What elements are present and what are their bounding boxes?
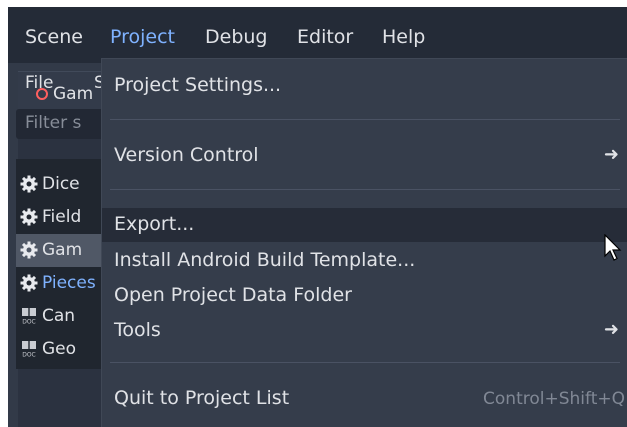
menu-help[interactable]: Help xyxy=(382,26,425,48)
menu-item-label: Tools xyxy=(114,319,161,341)
menu-item-export[interactable]: Export... xyxy=(102,208,627,242)
gear-icon xyxy=(20,208,38,226)
list-item-label: Pieces xyxy=(42,273,96,293)
doc-icon: DOC xyxy=(22,341,36,359)
menu-debug[interactable]: Debug xyxy=(205,26,267,48)
filter-placeholder: Filter s xyxy=(25,113,82,133)
list-item-label: Dice xyxy=(42,174,80,194)
gear-icon xyxy=(20,241,38,259)
menu-item-label: Export... xyxy=(114,213,195,235)
list-item-label: Gam xyxy=(42,240,83,260)
menu-item-version-control[interactable]: Version Control ➜ xyxy=(102,125,627,187)
list-item-label: Geo xyxy=(42,339,77,359)
menu-editor[interactable]: Editor xyxy=(297,26,353,48)
mouse-cursor-icon xyxy=(604,234,622,261)
menu-item-install-android-template[interactable]: Install Android Build Template... xyxy=(102,244,627,278)
file-menu[interactable]: File xyxy=(25,73,53,93)
svg-text:DOC: DOC xyxy=(22,352,36,359)
menu-separator xyxy=(110,362,620,363)
menu-item-open-data-folder[interactable]: Open Project Data Folder xyxy=(102,279,627,313)
submenu-arrow-icon: ➜ xyxy=(603,144,619,165)
scene-tab-label: Gam xyxy=(53,84,94,104)
menu-item-label: Version Control xyxy=(114,144,259,166)
menu-item-quit-to-project-list[interactable]: Quit to Project List Control+Shift+Q xyxy=(102,370,627,426)
menu-item-tools[interactable]: Tools ➜ xyxy=(102,314,627,348)
menu-scene[interactable]: Scene xyxy=(25,26,83,48)
project-menu-dropdown: Project Settings... Version Control ➜ Ex… xyxy=(101,58,627,427)
menu-bar: Scene Project Debug Editor Help xyxy=(8,7,627,63)
menu-item-label: Open Project Data Folder xyxy=(114,284,352,306)
list-item-label: Field xyxy=(42,207,82,227)
gear-icon xyxy=(20,274,38,292)
submenu-arrow-icon: ➜ xyxy=(603,319,619,340)
gear-icon xyxy=(20,175,38,193)
menu-project[interactable]: Project xyxy=(110,26,175,48)
svg-text:DOC: DOC xyxy=(22,319,36,326)
menu-separator xyxy=(110,119,620,120)
menu-item-label: Install Android Build Template... xyxy=(114,249,416,271)
menu-item-project-settings[interactable]: Project Settings... xyxy=(102,59,627,117)
list-item-label: Can xyxy=(42,306,76,326)
menu-item-shortcut: Control+Shift+Q xyxy=(483,389,625,409)
menu-item-label: Quit to Project List xyxy=(114,387,290,409)
doc-icon: DOC xyxy=(22,308,36,326)
menu-item-label: Project Settings... xyxy=(114,74,282,96)
menu-separator xyxy=(110,189,620,190)
editor-window: Scene Project Debug Editor Help Gam File… xyxy=(8,7,627,427)
